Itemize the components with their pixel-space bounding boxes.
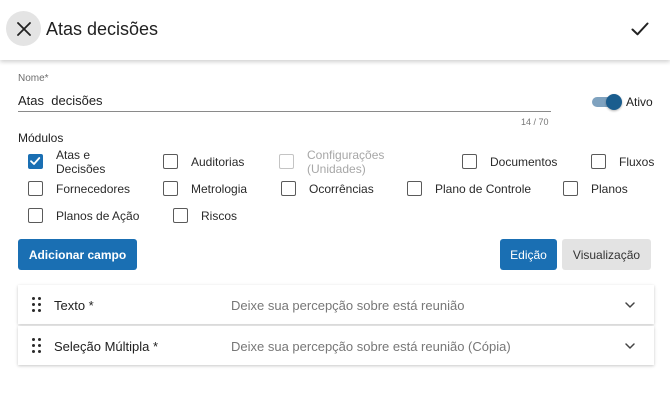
- module-label-metrologia: Metrologia: [191, 182, 248, 196]
- module-label-planos-de-acao: Planos de Ação: [56, 209, 140, 223]
- module-checkbox-riscos[interactable]: [173, 208, 188, 223]
- add-field-button[interactable]: Adicionar campo: [18, 239, 137, 270]
- modules-title: Módulos: [18, 131, 64, 145]
- module-label-auditorias: Auditorias: [191, 155, 245, 169]
- module-checkbox-documentos[interactable]: [462, 154, 477, 169]
- active-label: Ativo: [626, 95, 653, 109]
- module-checkbox-metrologia[interactable]: [163, 181, 178, 196]
- module-checkbox-ocorrencias[interactable]: [281, 181, 296, 196]
- confirm-button[interactable]: [628, 17, 652, 41]
- module-checkbox-plano-de-controle[interactable]: [407, 181, 422, 196]
- close-icon: [16, 21, 31, 36]
- module-checkbox-auditorias[interactable]: [163, 154, 178, 169]
- field-name: Seleção Múltipla *: [54, 339, 159, 354]
- field-description: Deixe sua percepção sobre está reunião (…: [231, 339, 511, 354]
- module-label-atas: Atas e Decisões: [56, 148, 106, 176]
- module-checkbox-atas[interactable]: [28, 154, 43, 169]
- name-field-label: Nome*: [18, 73, 49, 84]
- module-checkbox-configuracoes: [279, 154, 294, 169]
- drag-handle-icon[interactable]: [32, 297, 42, 313]
- field-row[interactable]: Seleção Múltipla * Deixe sua percepção s…: [18, 326, 654, 365]
- drag-handle-icon[interactable]: [32, 338, 42, 354]
- close-button[interactable]: [6, 11, 41, 46]
- field-description: Deixe sua percepção sobre está reunião: [231, 298, 465, 313]
- field-name: Texto *: [54, 298, 94, 313]
- page-title: Atas decisões: [46, 19, 159, 39]
- name-field[interactable]: [18, 89, 551, 112]
- app-header: Atas decisões: [0, 0, 670, 60]
- module-label-plano-de-controle: Plano de Controle: [435, 182, 532, 196]
- check-icon: [30, 157, 41, 165]
- module-label-documentos: Documentos: [490, 155, 558, 169]
- module-checkbox-fornecedores[interactable]: [28, 181, 43, 196]
- chevron-down-icon[interactable]: [624, 340, 636, 352]
- module-checkbox-planos[interactable]: [563, 181, 578, 196]
- chevron-down-icon[interactable]: [624, 299, 636, 311]
- module-label-configuracoes: Configurações (Unidades): [307, 148, 385, 176]
- name-char-counter: 14 / 70: [521, 117, 549, 127]
- field-row[interactable]: Texto * Deixe sua percepção sobre está r…: [18, 285, 654, 324]
- edit-mode-button[interactable]: Edição: [500, 239, 557, 270]
- check-icon: [631, 22, 649, 36]
- module-label-fornecedores: Fornecedores: [56, 182, 131, 196]
- active-toggle[interactable]: [592, 94, 623, 110]
- toggle-thumb: [606, 94, 622, 110]
- module-checkbox-planos-de-acao[interactable]: [28, 208, 43, 223]
- module-label-planos: Planos: [591, 182, 628, 196]
- module-label-riscos: Riscos: [201, 209, 238, 223]
- module-label-ocorrencias: Ocorrências: [309, 182, 374, 196]
- module-checkbox-fluxos[interactable]: [591, 154, 606, 169]
- preview-mode-button[interactable]: Visualização: [562, 239, 651, 270]
- module-label-fluxos: Fluxos: [619, 155, 655, 169]
